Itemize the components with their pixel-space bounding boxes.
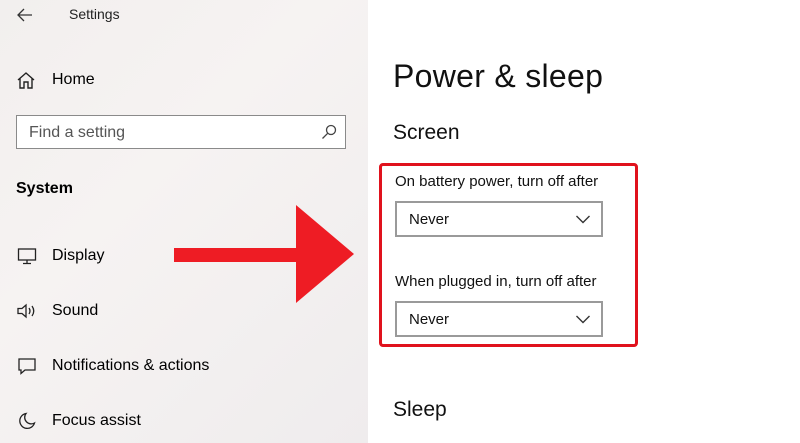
section-label-system: System	[16, 180, 73, 197]
section-header-sleep: Sleep	[393, 398, 447, 421]
search-input[interactable]	[17, 116, 321, 149]
page-title: Power & sleep	[393, 58, 604, 94]
battery-screen-off-dropdown[interactable]: Never	[395, 201, 603, 237]
settings-content: Power & sleep Screen On battery power, t…	[368, 0, 800, 443]
dropdown-value: Never	[409, 211, 450, 228]
speaker-icon	[16, 301, 38, 321]
sidebar-item-focus-assist[interactable]: Focus assist	[16, 407, 336, 435]
title-bar: Settings	[0, 0, 368, 32]
search-box[interactable]	[16, 115, 346, 149]
battery-setting-label: On battery power, turn off after	[395, 173, 599, 190]
sidebar-item-label: Focus assist	[52, 412, 141, 429]
back-arrow-icon	[17, 8, 32, 22]
plugged-screen-off-dropdown[interactable]: Never	[395, 301, 603, 337]
dropdown-value: Never	[409, 311, 450, 328]
notification-icon	[16, 356, 38, 376]
section-header-screen: Screen	[393, 121, 460, 144]
moon-icon	[16, 411, 38, 431]
home-icon	[17, 72, 35, 89]
sidebar-item-label: Notifications & actions	[52, 357, 210, 374]
chevron-down-icon	[576, 315, 590, 324]
chevron-down-icon	[576, 215, 590, 224]
search-icon[interactable]	[321, 124, 337, 140]
back-button[interactable]	[10, 2, 40, 28]
sidebar-item-notifications[interactable]: Notifications & actions	[16, 352, 336, 380]
plugged-setting-label: When plugged in, turn off after	[395, 273, 597, 290]
sidebar-item-label: Sound	[52, 302, 99, 319]
sidebar-item-home[interactable]: Home	[16, 66, 336, 94]
red-arrow-icon	[174, 205, 354, 303]
sidebar-item-label: Display	[52, 247, 105, 264]
app-title: Settings	[69, 6, 120, 22]
monitor-icon	[16, 246, 38, 266]
home-label: Home	[52, 71, 95, 88]
